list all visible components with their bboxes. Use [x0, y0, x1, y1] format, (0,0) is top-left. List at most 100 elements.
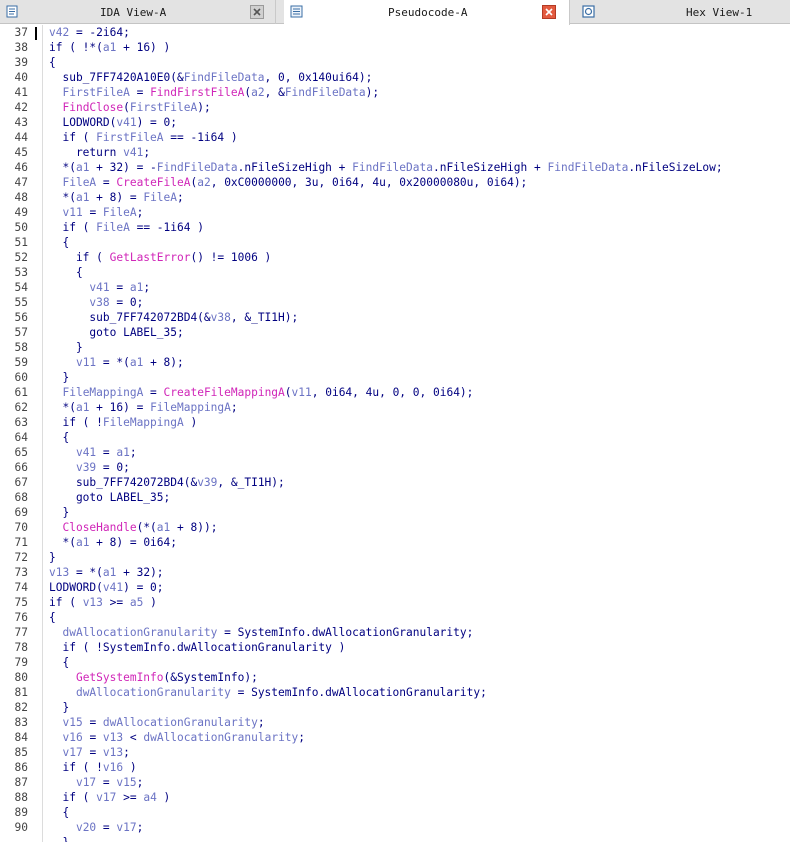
code-function[interactable]: CreateFileMappingA — [164, 386, 285, 399]
code-variable[interactable]: FindFileData — [547, 161, 628, 174]
code-text[interactable]: if ( !v16 ) — [49, 760, 136, 775]
code-variable[interactable]: v15 — [116, 776, 136, 789]
code-text[interactable]: *(a1 + 8) = 0i64; — [49, 535, 177, 550]
code-variable[interactable]: a1 — [130, 356, 143, 369]
code-text[interactable]: FileMappingA = CreateFileMappingA(v11, 0… — [49, 385, 473, 400]
code-line[interactable]: 90 v20 = v17; — [0, 820, 790, 835]
code-function[interactable]: FindClose — [62, 101, 123, 114]
code-text[interactable]: } — [49, 550, 56, 565]
code-variable[interactable]: FileA — [143, 191, 177, 204]
code-text[interactable]: FindClose(FirstFileA); — [49, 100, 210, 115]
code-variable[interactable]: a1 — [157, 521, 170, 534]
code-variable[interactable]: FindFileData — [184, 71, 265, 84]
code-line[interactable]: 43 LODWORD(v41) = 0; — [0, 115, 790, 130]
code-line[interactable]: 53 { — [0, 265, 790, 280]
close-tab-pseudocode-button[interactable] — [542, 5, 556, 19]
code-variable[interactable]: dwAllocationGranularity — [76, 686, 231, 699]
code-text[interactable]: } — [49, 370, 69, 385]
code-line[interactable]: 88 if ( v17 >= a4 ) — [0, 790, 790, 805]
code-text[interactable]: v17 = v15; — [49, 775, 143, 790]
code-text[interactable]: if ( FileA == -1i64 ) — [49, 220, 203, 235]
code-line[interactable]: 54 v41 = a1; — [0, 280, 790, 295]
code-text[interactable]: { — [49, 265, 83, 280]
code-variable[interactable]: v11 — [76, 356, 96, 369]
code-line[interactable]: 82 } — [0, 700, 790, 715]
code-text[interactable]: LODWORD(v41) = 0; — [49, 580, 164, 595]
code-line[interactable]: 78 if ( !SystemInfo.dwAllocationGranular… — [0, 640, 790, 655]
code-line[interactable]: 57 goto LABEL_35; — [0, 325, 790, 340]
code-text[interactable]: v38 = 0; — [49, 295, 143, 310]
code-variable[interactable]: v41 — [89, 281, 109, 294]
code-text[interactable]: v16 = v13 < dwAllocationGranularity; — [49, 730, 305, 745]
code-variable[interactable]: v13 — [49, 566, 69, 579]
code-line[interactable]: 62 *(a1 + 16) = FileMappingA; — [0, 400, 790, 415]
code-text[interactable]: LODWORD(v41) = 0; — [49, 115, 177, 130]
code-text[interactable]: if ( GetLastError() != 1006 ) — [49, 250, 271, 265]
code-text[interactable]: if ( v13 >= a5 ) — [49, 595, 157, 610]
code-line[interactable]: 52 if ( GetLastError() != 1006 ) — [0, 250, 790, 265]
code-line[interactable]: 59 v11 = *(a1 + 8); — [0, 355, 790, 370]
code-text[interactable]: { — [49, 655, 69, 670]
code-text[interactable]: v13 = *(a1 + 32); — [49, 565, 164, 580]
code-variable[interactable]: v38 — [89, 296, 109, 309]
code-variable[interactable]: v16 — [103, 761, 123, 774]
code-text[interactable]: sub_7FF742072BD4(&v39, &_TI1H); — [49, 475, 285, 490]
code-function[interactable]: CloseHandle — [62, 521, 136, 534]
code-text[interactable]: } — [49, 340, 83, 355]
code-line[interactable]: 45 return v41; — [0, 145, 790, 160]
code-line[interactable]: 44 if ( FirstFileA == -1i64 ) — [0, 130, 790, 145]
code-text[interactable]: return v41; — [49, 145, 150, 160]
code-text[interactable]: v11 = *(a1 + 8); — [49, 355, 184, 370]
code-text[interactable]: v17 = v13; — [49, 745, 129, 760]
code-variable[interactable]: dwAllocationGranularity — [103, 716, 258, 729]
code-function[interactable]: GetSystemInfo — [76, 671, 164, 684]
code-text[interactable]: if ( FirstFileA == -1i64 ) — [49, 130, 237, 145]
code-text[interactable]: FirstFileA = FindFirstFileA(a2, &FindFil… — [49, 85, 379, 100]
code-variable[interactable]: FindFileData — [285, 86, 366, 99]
code-text[interactable]: goto LABEL_35; — [49, 325, 183, 340]
code-variable[interactable]: a4 — [143, 791, 156, 804]
code-text[interactable]: } — [49, 700, 69, 715]
tab-hex-view[interactable]: Hex View-1 — [576, 0, 790, 24]
code-line[interactable]: 67 sub_7FF742072BD4(&v39, &_TI1H); — [0, 475, 790, 490]
code-variable[interactable]: a1 — [103, 566, 116, 579]
code-text[interactable]: CloseHandle(*(a1 + 8)); — [49, 520, 217, 535]
code-text[interactable]: { — [49, 610, 56, 625]
code-text[interactable]: *(a1 + 16) = FileMappingA; — [49, 400, 237, 415]
code-text[interactable]: dwAllocationGranularity = SystemInfo.dwA… — [49, 685, 487, 700]
code-line[interactable]: 50 if ( FileA == -1i64 ) — [0, 220, 790, 235]
code-line[interactable]: 80 GetSystemInfo(&SystemInfo); — [0, 670, 790, 685]
code-variable[interactable]: v17 — [96, 791, 116, 804]
code-text[interactable]: v41 = a1; — [49, 445, 137, 460]
code-function[interactable]: FindFirstFileA — [150, 86, 244, 99]
code-variable[interactable]: FileA — [96, 221, 130, 234]
code-variable[interactable]: FirstFileA — [96, 131, 163, 144]
code-variable[interactable]: v17 — [62, 746, 82, 759]
code-line[interactable]: 85 v17 = v13; — [0, 745, 790, 760]
code-variable[interactable]: a1 — [130, 281, 143, 294]
code-variable[interactable]: v15 — [62, 716, 82, 729]
code-text[interactable]: sub_7FF742072BD4(&v38, &_TI1H); — [49, 310, 298, 325]
code-line[interactable]: 66 v39 = 0; — [0, 460, 790, 475]
code-variable[interactable]: v41 — [116, 116, 136, 129]
code-line[interactable]: 79 { — [0, 655, 790, 670]
code-text[interactable]: if ( v17 >= a4 ) — [49, 790, 170, 805]
code-line[interactable]: 72} — [0, 550, 790, 565]
code-text[interactable]: } — [49, 835, 69, 842]
code-variable[interactable]: v11 — [62, 206, 82, 219]
code-function[interactable]: CreateFileA — [116, 176, 190, 189]
code-text[interactable]: } — [49, 505, 69, 520]
code-line[interactable]: 89 { — [0, 805, 790, 820]
code-text[interactable]: sub_7FF7420A10E0(&FindFileData, 0, 0x140… — [49, 70, 372, 85]
code-variable[interactable]: v42 — [49, 26, 69, 39]
code-line[interactable]: 47 FileA = CreateFileA(a2, 0xC0000000, 3… — [0, 175, 790, 190]
code-text[interactable]: { — [49, 430, 69, 445]
code-line[interactable]: 77 dwAllocationGranularity = SystemInfo.… — [0, 625, 790, 640]
code-variable[interactable]: FindFileData — [352, 161, 433, 174]
code-text[interactable]: goto LABEL_35; — [49, 490, 170, 505]
code-line[interactable]: 39 { — [0, 55, 790, 70]
code-line[interactable]: 73 v13 = *(a1 + 32); — [0, 565, 790, 580]
code-text[interactable]: { — [49, 235, 69, 250]
code-text[interactable]: v11 = FileA; — [49, 205, 143, 220]
code-text[interactable]: GetSystemInfo(&SystemInfo); — [49, 670, 258, 685]
